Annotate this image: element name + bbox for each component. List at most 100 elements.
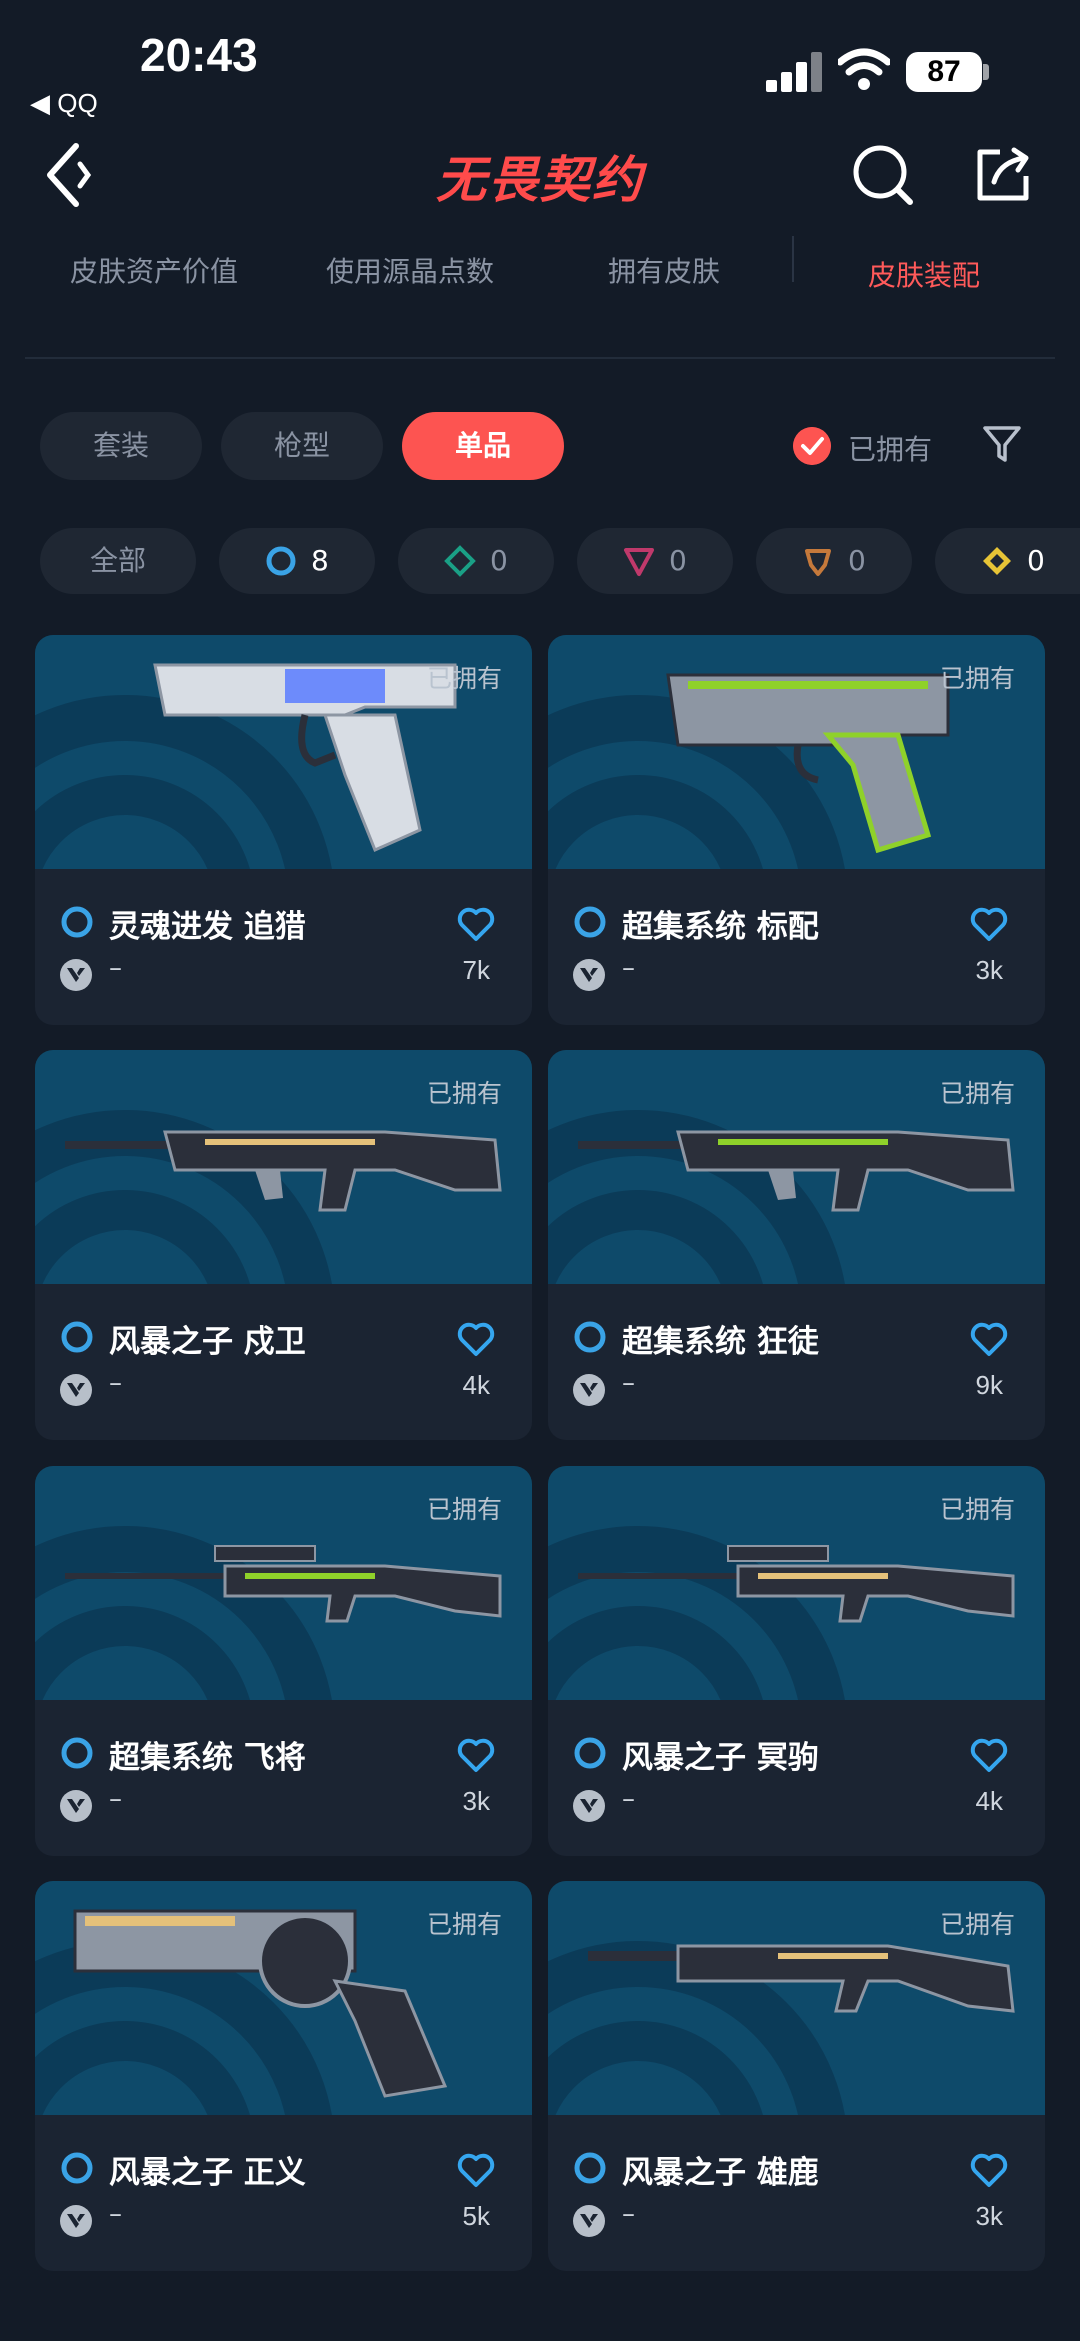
cellular-signal-icon [766,52,822,92]
like-count: 3k [462,1786,490,1816]
skin-card[interactable]: 已拥有 风暴之子 冥驹 – 4k [548,1466,1045,1856]
like-count: 9k [975,1370,1003,1400]
skin-card[interactable]: 已拥有 风暴之子 戍卫 – 4k [35,1050,532,1440]
owned-checkbox-icon[interactable] [793,427,831,465]
ring-icon [574,906,606,938]
ring-icon [61,2152,93,2184]
rarity-count: 0 [669,544,687,577]
skin-subtitle: – [622,2199,635,2229]
heart-icon[interactable] [969,1320,1009,1358]
skin-card[interactable]: 已拥有 灵魂进发 追猎 – 7k [35,635,532,1025]
ring-icon [574,1321,606,1353]
skin-name: 灵魂进发 追猎 [109,909,306,945]
owned-tag: 已拥有 [939,664,1015,693]
rarity-chip-select[interactable]: 8 [219,528,375,594]
skin-subtitle: – [109,1784,122,1814]
triangle-icon [624,548,654,576]
ring-icon [574,1737,606,1769]
rarity-count: 0 [848,544,866,577]
owned-tag: 已拥有 [426,1495,502,1524]
skin-subtitle: – [109,1368,122,1398]
owned-tag: 已拥有 [426,1910,502,1939]
status-time: 20:43 [140,29,258,81]
segment-single-item[interactable]: 单品 [402,412,564,480]
valorant-logo-icon [573,1790,605,1822]
back-arrow-icon[interactable] [40,140,100,210]
like-count: 4k [462,1370,490,1400]
like-count: 7k [462,955,490,985]
skin-name: 超集系统 狂徒 [622,1324,819,1360]
like-count: 5k [462,2201,490,2231]
skin-card[interactable]: 已拥有 超集系统 狂徒 – 9k [548,1050,1045,1440]
heart-icon[interactable] [456,905,496,943]
skin-card[interactable]: 已拥有 风暴之子 雄鹿 – 3k [548,1881,1045,2271]
tab-divider [792,236,794,282]
filter-funnel-icon[interactable] [982,424,1022,464]
heart-icon[interactable] [969,2151,1009,2189]
owned-tag: 已拥有 [939,1910,1015,1939]
like-count: 3k [975,955,1003,985]
tab-skin-loadout[interactable]: 皮肤装配 [868,254,980,294]
segment-weapon-type[interactable]: 枪型 [221,412,383,480]
owned-tag: 已拥有 [939,1079,1015,1108]
heart-icon[interactable] [456,1736,496,1774]
skin-card-image: 已拥有 [548,1466,1045,1700]
valorant-logo-icon [60,1374,92,1406]
rarity-count: 8 [311,544,329,577]
rarity-chip-deluxe[interactable]: 0 [398,528,554,594]
tab-owned-skins[interactable]: 拥有皮肤 [608,250,720,290]
segment-bundle[interactable]: 套装 [40,412,202,480]
ring-icon [61,1737,93,1769]
valorant-logo-icon [60,959,92,991]
skin-subtitle: – [109,2199,122,2229]
tab-skin-asset-value[interactable]: 皮肤资产价值 [70,250,238,290]
share-icon[interactable] [970,142,1036,208]
heart-icon[interactable] [969,905,1009,943]
skin-card-image: 已拥有 [35,1050,532,1284]
skin-subtitle: – [109,953,122,983]
heart-icon[interactable] [969,1736,1009,1774]
diamond-icon [444,545,476,577]
skin-name: 风暴之子 冥驹 [622,1740,819,1776]
battery-level: 87 [906,52,982,92]
heart-icon[interactable] [456,2151,496,2189]
skin-card[interactable]: 已拥有 风暴之子 正义 – 5k [35,1881,532,2271]
rarity-chip-ultra[interactable]: 0 [935,528,1080,594]
skin-name: 风暴之子 戍卫 [109,1324,306,1360]
skin-name: 风暴之子 雄鹿 [622,2155,819,2191]
rarity-chip-premium[interactable]: 0 [577,528,733,594]
skin-card-image: 已拥有 [35,1881,532,2115]
ring-icon [266,546,296,576]
skin-card[interactable]: 已拥有 超集系统 飞将 – 3k [35,1466,532,1856]
top-tab-bar: 皮肤资产价值 使用源晶点数 拥有皮肤 皮肤装配 [0,240,1080,300]
skin-subtitle: – [622,1368,635,1398]
heart-icon[interactable] [456,1320,496,1358]
ring-icon [61,906,93,938]
skin-subtitle: – [622,953,635,983]
valorant-logo-icon [573,2205,605,2237]
owned-tag: 已拥有 [426,1079,502,1108]
owned-tag: 已拥有 [939,1495,1015,1524]
rarity-chip-exclusive[interactable]: 0 [756,528,912,594]
like-count: 3k [975,2201,1003,2231]
battery-cap [983,64,989,80]
header-divider [25,357,1055,359]
like-count: 4k [975,1786,1003,1816]
valorant-logo-icon [60,2205,92,2237]
owned-filter-label[interactable]: 已拥有 [848,428,932,468]
back-to-qq-link[interactable]: ◀ QQ [30,88,98,119]
tab-radianite-points[interactable]: 使用源晶点数 [326,250,494,290]
rarity-chip-all[interactable]: 全部 [40,528,196,594]
ring-icon [61,1321,93,1353]
skin-card-image: 已拥有 [35,1466,532,1700]
skin-name: 超集系统 标配 [622,909,819,945]
pentagon-icon [805,549,831,576]
skin-card-image: 已拥有 [35,635,532,869]
skin-card[interactable]: 已拥有 超集系统 标配 – 3k [548,635,1045,1025]
skin-card-image: 已拥有 [548,635,1045,869]
valorant-logo-icon [573,1374,605,1406]
wifi-icon [838,48,890,90]
skin-card-image: 已拥有 [548,1881,1045,2115]
rarity-count: 0 [1027,544,1045,577]
search-icon[interactable] [850,142,916,208]
